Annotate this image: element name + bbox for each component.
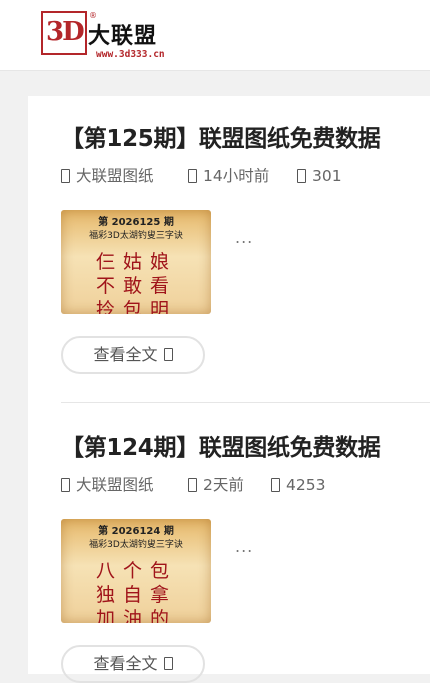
poem-line: 八个包 [96,560,178,582]
post-excerpt: ... [235,537,254,556]
arrow-right-icon [163,657,173,670]
thumb-poem: 仨姑娘 不敢看 拎包明 [96,250,186,314]
site-header: 3D ® 大联盟 www.3d333.cn [0,0,430,71]
thumb-poem: 八个包 独自拿 加油的 [96,559,186,623]
post-thumbnail[interactable]: 第 2026125 期 福彩3D太湖钓叟三字诀 仨姑娘 不敢看 拎包明 [61,210,211,314]
logo-text: 大联盟 [88,23,158,49]
post-title[interactable]: 【第124期】联盟图纸免费数据 [61,433,430,463]
post-category[interactable]: 大联盟图纸 [61,164,154,188]
post-title[interactable]: 【第125期】联盟图纸免费数据 [61,124,430,154]
poem-line: 不敢看 [96,275,178,297]
arrow-right-icon [163,348,173,361]
thumb-subtitle: 福彩3D太湖钓叟三字诀 [89,540,183,550]
poem-line: 独自拿 [96,584,178,606]
post-views: 4253 [271,473,325,497]
thumb-issue: 第 2026125 期 [98,217,174,228]
thumb-subtitle: 福彩3D太湖钓叟三字诀 [89,231,183,241]
thumb-issue: 第 2026124 期 [98,526,174,537]
logo-url: www.3d333.cn [96,49,165,60]
site-logo[interactable]: 3D ® 大联盟 www.3d333.cn [41,11,191,61]
poem-line: 加油的 [96,608,178,623]
post-list-card: 【第125期】联盟图纸免费数据 大联盟图纸 14小时前 301 第 202612… [28,96,430,683]
poem-line: 仨姑娘 [96,251,178,273]
eye-icon [271,478,280,492]
folder-icon [61,169,70,183]
read-more-button[interactable]: 查看全文 [61,645,205,683]
logo-mark: 3D [41,11,87,55]
logo-registered-mark: ® [89,11,97,20]
post-time: 14小时前 [188,164,269,188]
post-views: 301 [297,164,342,188]
eye-icon [297,169,306,183]
clock-icon [188,169,197,183]
poem-line: 拎包明 [96,299,178,314]
clock-icon [188,478,197,492]
post-excerpt: ... [235,228,254,247]
post-divider [61,402,430,403]
post-time: 2天前 [188,473,244,497]
post-thumbnail[interactable]: 第 2026124 期 福彩3D太湖钓叟三字诀 八个包 独自拿 加油的 [61,519,211,623]
read-more-button[interactable]: 查看全文 [61,336,205,374]
folder-icon [61,478,70,492]
post-category[interactable]: 大联盟图纸 [61,473,154,497]
